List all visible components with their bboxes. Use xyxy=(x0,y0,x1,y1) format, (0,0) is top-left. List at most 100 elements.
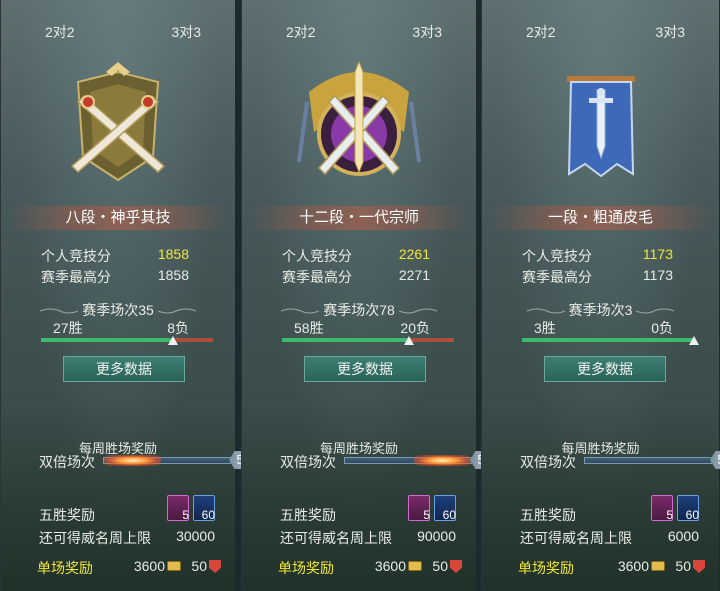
ornament-left-icon xyxy=(281,308,320,314)
more-data-button[interactable]: 更多数据 xyxy=(544,356,666,382)
weekly-limit-label: 还可得威名周上限 xyxy=(520,530,632,546)
single-coins: 3600 xyxy=(374,558,406,574)
single-reward-label: 单场奖励 xyxy=(278,560,334,576)
weekly-limit-row: 还可得威名周上限 30000 xyxy=(39,528,215,546)
losses-label: 20负 xyxy=(400,320,430,336)
rank-panel-3: 2对2 3对3 一段・粗通皮毛 个人竞技分 1173 赛季最高分 1173 赛季… xyxy=(481,0,720,591)
season-matches-label: 赛季场次35 xyxy=(82,302,154,318)
double-progress-bar xyxy=(584,457,712,464)
win-marker-icon xyxy=(168,336,178,345)
chest-item-icon[interactable]: 5 xyxy=(408,495,430,522)
single-coins: 3600 xyxy=(617,558,649,574)
token-count: 60 xyxy=(201,508,215,522)
double-matches-row: 双倍场次 5 xyxy=(280,451,492,470)
season-matches-label: 赛季场次78 xyxy=(323,302,395,318)
single-reward-row: 单场奖励 3600 50 xyxy=(278,558,462,576)
rank-panel-1: 2对2 3对3 八段・神乎其技 个人竞技分 1858 赛季最高分 1858 赛季… xyxy=(0,0,251,591)
rank-name: 一段・粗通皮毛 xyxy=(490,206,711,230)
personal-score-label: 个人竞技分 xyxy=(522,248,592,264)
single-reward-label: 单场奖励 xyxy=(518,560,574,576)
win-fill xyxy=(282,338,409,342)
losses-label: 0负 xyxy=(651,320,673,336)
tab-3v3[interactable]: 3对3 xyxy=(412,22,442,42)
five-win-label: 五胜奖励 xyxy=(39,507,95,523)
weekly-limit-label: 还可得威名周上限 xyxy=(39,530,151,546)
win-fill xyxy=(41,338,173,342)
win-marker-icon xyxy=(404,336,414,345)
weekly-limit-row: 还可得威名周上限 6000 xyxy=(520,528,699,546)
double-matches-row: 双倍场次 5 xyxy=(39,451,251,470)
token-count: 60 xyxy=(685,508,699,522)
grandmaster-emblem-icon xyxy=(297,62,421,176)
progress-spark-icon xyxy=(104,455,161,466)
tab-2v2[interactable]: 2对2 xyxy=(286,22,316,42)
personal-score-label: 个人竞技分 xyxy=(41,248,111,264)
season-matches: 赛季场次3 xyxy=(482,300,719,320)
coin-icon xyxy=(408,561,422,571)
personal-score-row: 个人竞技分 2261 xyxy=(282,246,430,264)
ornament-left-icon xyxy=(40,308,79,314)
five-win-reward-row: 五胜奖励 5 60 xyxy=(39,495,217,523)
chest-item-icon[interactable]: 5 xyxy=(167,495,189,522)
double-progress-bar xyxy=(344,455,472,466)
weekly-limit-row: 还可得威名周上限 90000 xyxy=(280,528,456,546)
crossed-swords-emblem-icon xyxy=(70,62,166,182)
token-count: 60 xyxy=(442,508,456,522)
single-shield: 50 xyxy=(432,558,448,574)
tab-3v3[interactable]: 3对3 xyxy=(171,22,201,42)
chest-count: 5 xyxy=(423,508,430,522)
wins-label: 58胜 xyxy=(294,320,324,336)
ornament-right-icon xyxy=(398,308,437,314)
single-reward-label: 单场奖励 xyxy=(37,560,93,576)
personal-score-row: 个人竞技分 1173 xyxy=(522,246,673,264)
chest-count: 5 xyxy=(182,508,189,522)
tab-2v2[interactable]: 2对2 xyxy=(45,22,75,42)
season-high-label: 赛季最高分 xyxy=(282,269,352,285)
double-matches-row: 双倍场次 5 xyxy=(520,451,720,470)
personal-score-value: 1173 xyxy=(642,246,673,262)
token-item-icon[interactable]: 60 xyxy=(434,495,456,522)
coin-icon xyxy=(167,561,181,571)
single-reward-row: 单场奖励 3600 50 xyxy=(518,558,705,576)
five-win-reward-row: 五胜奖励 5 60 xyxy=(280,495,458,523)
double-progress-bar xyxy=(103,455,231,466)
win-loss-bar xyxy=(522,336,699,345)
ornament-left-icon xyxy=(526,308,565,314)
weekly-limit-value: 6000 xyxy=(667,528,699,544)
mode-tabs: 2对2 3对3 xyxy=(1,22,235,42)
tab-3v3[interactable]: 3对3 xyxy=(655,22,685,42)
win-marker-icon xyxy=(689,336,699,345)
season-matches: 赛季场次78 xyxy=(242,300,476,320)
five-win-label: 五胜奖励 xyxy=(520,507,576,523)
five-win-label: 五胜奖励 xyxy=(280,507,336,523)
mode-tabs: 2对2 3对3 xyxy=(242,22,476,42)
more-data-button[interactable]: 更多数据 xyxy=(304,356,426,382)
shield-icon xyxy=(693,560,705,573)
personal-score-row: 个人竞技分 1858 xyxy=(41,246,189,264)
chest-item-icon[interactable]: 5 xyxy=(651,495,673,522)
more-data-button[interactable]: 更多数据 xyxy=(63,356,185,382)
weekly-limit-value: 30000 xyxy=(176,528,215,544)
single-shield: 50 xyxy=(191,558,207,574)
wins-label: 27胜 xyxy=(53,320,83,336)
single-reward-row: 单场奖励 3600 50 xyxy=(37,558,221,576)
season-high-row: 赛季最高分 2271 xyxy=(282,267,430,285)
single-coins: 3600 xyxy=(133,558,165,574)
rank-name: 八段・神乎其技 xyxy=(9,206,227,230)
season-high-row: 赛季最高分 1858 xyxy=(41,267,189,285)
personal-score-label: 个人竞技分 xyxy=(282,248,352,264)
weekly-limit-label: 还可得威名周上限 xyxy=(280,530,392,546)
losses-label: 8负 xyxy=(167,320,189,336)
wins-label: 3胜 xyxy=(534,320,556,336)
double-matches-label: 双倍场次 xyxy=(280,454,336,470)
banner-sword-emblem-icon xyxy=(566,76,635,178)
double-matches-label: 双倍场次 xyxy=(39,454,95,470)
personal-score-value: 1858 xyxy=(157,246,189,262)
token-item-icon[interactable]: 60 xyxy=(677,495,699,522)
weekly-limit-value: 90000 xyxy=(417,528,456,544)
tab-2v2[interactable]: 2对2 xyxy=(526,22,556,42)
season-high-value: 1173 xyxy=(642,267,673,283)
coin-icon xyxy=(651,561,665,571)
token-item-icon[interactable]: 60 xyxy=(193,495,215,522)
season-high-label: 赛季最高分 xyxy=(41,269,111,285)
